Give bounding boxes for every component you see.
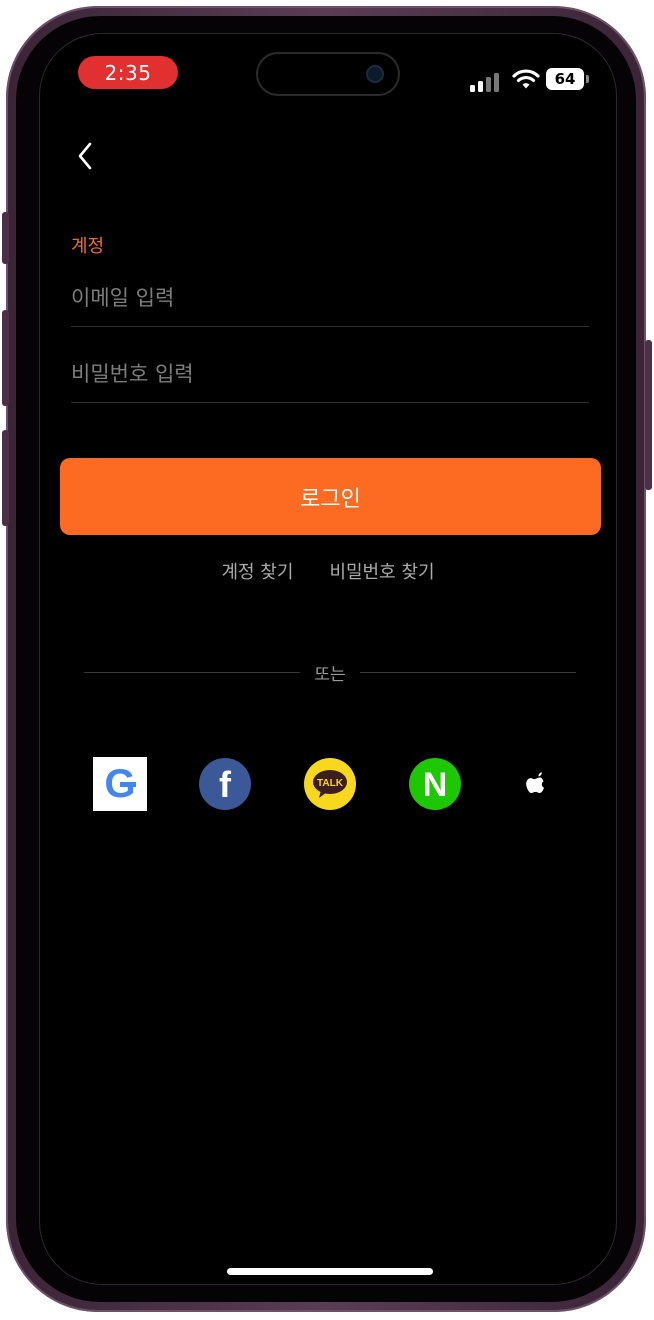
naver-logo-icon: N: [409, 758, 461, 810]
chevron-left-icon: [78, 142, 92, 170]
account-recovery-links: 계정 찾기 비밀번호 찾기: [40, 558, 616, 584]
google-login-button[interactable]: G: [92, 756, 148, 812]
kakaotalk-logo-icon: TALK: [304, 758, 356, 810]
divider-line: [359, 671, 576, 673]
back-button[interactable]: [68, 134, 108, 178]
wifi-icon: [512, 69, 540, 89]
camera-lens: [368, 67, 382, 81]
svg-text:TALK: TALK: [317, 778, 344, 789]
dynamic-island: [256, 52, 400, 96]
side-button: [645, 340, 652, 490]
status-time: 2:35: [78, 56, 178, 89]
svg-text:f: f: [219, 764, 232, 805]
side-button: [2, 310, 9, 406]
password-field-container: [71, 346, 589, 403]
email-field-container: [71, 270, 589, 327]
side-button: [2, 430, 9, 526]
home-indicator[interactable]: [227, 1268, 433, 1275]
google-logo-icon: G: [93, 757, 147, 811]
account-section-label: 계정: [71, 236, 105, 257]
facebook-logo-icon: f: [199, 758, 251, 810]
or-divider: 또는: [84, 658, 576, 686]
apple-icon: [526, 772, 544, 793]
apple-login-button[interactable]: [512, 756, 568, 812]
divider-line: [84, 671, 301, 673]
battery-indicator: 64: [546, 68, 589, 90]
cellular-signal-icon: [470, 72, 506, 92]
naver-login-button[interactable]: N: [407, 756, 463, 812]
password-input[interactable]: [71, 346, 589, 402]
login-button[interactable]: 로그인: [60, 458, 601, 535]
facebook-login-button[interactable]: f: [197, 756, 253, 812]
find-account-link[interactable]: 계정 찾기: [221, 558, 293, 584]
screen: 2:35 64 계정 로그인 계정 찾기 비밀번호 찾기 또는: [40, 34, 616, 1284]
kakao-login-button[interactable]: TALK: [302, 756, 358, 812]
svg-text:N: N: [423, 766, 448, 804]
email-input[interactable]: [71, 270, 589, 326]
find-password-link[interactable]: 비밀번호 찾기: [329, 558, 434, 584]
or-label: 또는: [314, 664, 346, 685]
side-button: [2, 212, 9, 264]
